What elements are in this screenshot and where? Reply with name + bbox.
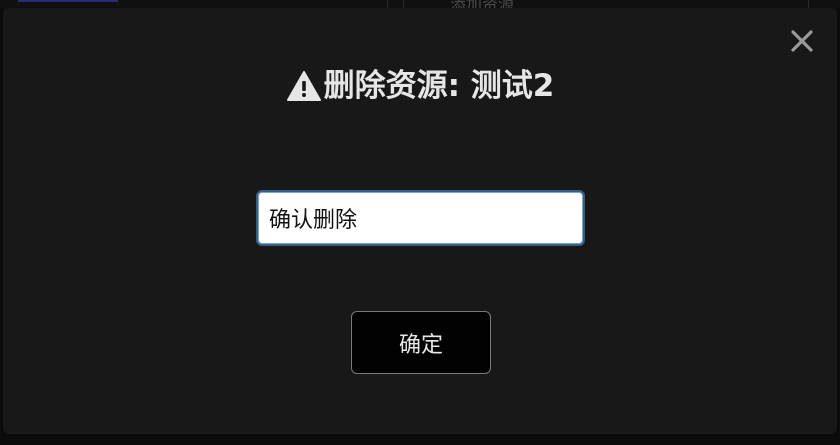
dialog-title-row: 删除资源: 测试2: [3, 66, 837, 106]
close-icon: [791, 30, 813, 52]
background-divider: [808, 0, 809, 8]
dialog-title: 删除资源: 测试2: [323, 68, 555, 104]
confirm-button[interactable]: 确定: [351, 311, 491, 374]
confirm-delete-input[interactable]: [258, 192, 583, 244]
background-page: [0, 0, 840, 8]
delete-resource-dialog: 删除资源: 测试2 确定: [3, 8, 837, 434]
background-accent-bar: [18, 0, 118, 2]
warning-triangle-icon: [286, 70, 322, 102]
close-button[interactable]: [789, 28, 815, 54]
background-divider: [387, 0, 388, 8]
background-divider: [403, 0, 404, 8]
